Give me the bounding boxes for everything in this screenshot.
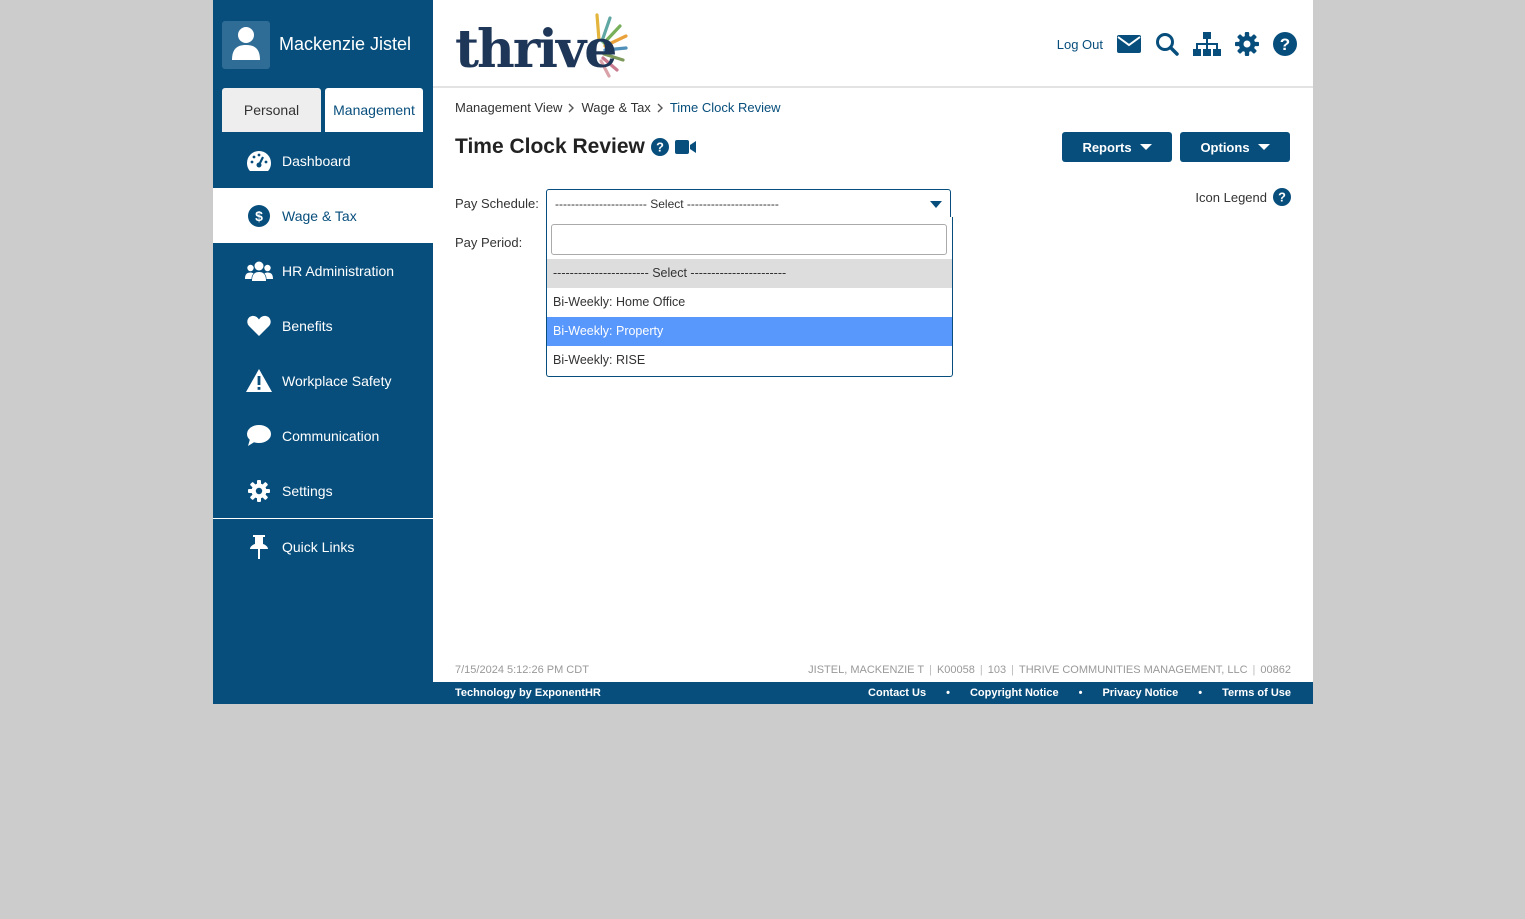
icon-legend-label: Icon Legend bbox=[1195, 189, 1267, 205]
reports-button[interactable]: Reports bbox=[1062, 132, 1172, 162]
dropdown-option-select[interactable]: ----------------------- Select ---------… bbox=[547, 259, 952, 288]
app-window: Mackenzie Jistel Personal Management Das… bbox=[213, 0, 1313, 704]
header-toolbar: Log Out ? bbox=[1057, 32, 1297, 56]
page-title: Time Clock Review bbox=[455, 135, 645, 158]
legend-help-icon: ? bbox=[1273, 188, 1291, 206]
user-block: Mackenzie Jistel bbox=[222, 20, 411, 69]
sidebar-item-workplace-safety[interactable]: Workplace Safety bbox=[213, 353, 433, 408]
page-help-icon[interactable]: ? bbox=[650, 138, 669, 156]
warning-icon bbox=[245, 369, 273, 392]
dropdown-options: ----------------------- Select ---------… bbox=[547, 259, 952, 375]
footer-bullet: • bbox=[1078, 687, 1083, 699]
breadcrumb-management-view[interactable]: Management View bbox=[455, 100, 562, 115]
footer-link-contact[interactable]: Contact Us bbox=[868, 687, 926, 699]
status-user-id: K00058 bbox=[936, 664, 975, 676]
sidebar-item-label: Workplace Safety bbox=[282, 372, 392, 389]
logo-text: thrive bbox=[455, 19, 617, 80]
user-icon bbox=[231, 26, 261, 63]
pay-schedule-label: Pay Schedule: bbox=[455, 196, 539, 211]
icon-legend-link[interactable]: Icon Legend ? bbox=[1195, 188, 1291, 206]
dropdown-option-rise[interactable]: Bi-Weekly: RISE bbox=[547, 346, 952, 375]
footer-bullet: • bbox=[946, 687, 950, 699]
sidebar-item-quick-links[interactable]: Quick Links bbox=[213, 519, 433, 575]
svg-text:?: ? bbox=[656, 140, 664, 155]
footer-bullet: • bbox=[1198, 687, 1203, 699]
avatar[interactable] bbox=[222, 20, 270, 69]
pay-schedule-dropdown: ----------------------- Select ---------… bbox=[546, 217, 953, 377]
reports-button-label: Reports bbox=[1082, 139, 1132, 155]
mail-icon[interactable] bbox=[1117, 35, 1141, 53]
status-timestamp: 7/15/2024 5:12:26 PM CDT bbox=[455, 664, 589, 676]
footer-links: Contact Us • Copyright Notice • Privacy … bbox=[868, 687, 1291, 699]
dropdown-search-input[interactable] bbox=[551, 224, 947, 255]
sidebar-item-wage-tax[interactable]: $ Wage & Tax bbox=[213, 188, 433, 243]
sidebar-nav: Dashboard $ Wage & Tax HR Administration… bbox=[213, 133, 433, 575]
pin-icon bbox=[245, 535, 273, 559]
sidebar-item-label: Settings bbox=[282, 482, 333, 499]
thrive-logo[interactable]: thrive bbox=[455, 10, 635, 85]
footer-tech-credit: Technology by ExponentHR bbox=[455, 687, 601, 699]
chat-icon bbox=[245, 425, 273, 446]
options-button-label: Options bbox=[1200, 139, 1250, 155]
footer-link-terms[interactable]: Terms of Use bbox=[1222, 687, 1291, 699]
tab-management[interactable]: Management bbox=[325, 88, 423, 132]
breadcrumb: Management View Wage & Tax Time Clock Re… bbox=[455, 100, 781, 115]
video-icon[interactable] bbox=[674, 140, 696, 154]
footer-link-privacy[interactable]: Privacy Notice bbox=[1102, 687, 1178, 699]
dropdown-option-home-office[interactable]: Bi-Weekly: Home Office bbox=[547, 288, 952, 317]
caret-down-icon bbox=[1257, 144, 1270, 150]
chevron-right-icon bbox=[657, 103, 664, 113]
sidebar-item-label: Wage & Tax bbox=[282, 207, 357, 224]
sidebar-item-label: Communication bbox=[282, 427, 380, 444]
status-line: 7/15/2024 5:12:26 PM CDT JISTEL, MACKENZ… bbox=[455, 664, 1291, 676]
settings-gear-icon[interactable] bbox=[1235, 32, 1259, 56]
sidebar-item-dashboard[interactable]: Dashboard bbox=[213, 133, 433, 188]
users-icon bbox=[245, 261, 273, 281]
svg-text:$: $ bbox=[255, 208, 263, 224]
status-details: JISTEL, MACKENZIE T | K00058 | 103 | THRIVE CO… bbox=[808, 664, 1291, 676]
chevron-right-icon bbox=[568, 103, 575, 113]
sidebar-item-settings[interactable]: Settings bbox=[213, 463, 433, 518]
sidebar-item-label: Quick Links bbox=[282, 539, 355, 555]
options-button[interactable]: Options bbox=[1180, 132, 1290, 162]
status-code: 103 bbox=[987, 664, 1007, 676]
search-icon[interactable] bbox=[1155, 32, 1179, 56]
status-company: THRIVE COMMUNITIES MANAGEMENT, LLC bbox=[1018, 664, 1248, 676]
sidebar-item-benefits[interactable]: Benefits bbox=[213, 298, 433, 353]
dropdown-option-property[interactable]: Bi-Weekly: Property bbox=[547, 317, 952, 346]
dollar-icon: $ bbox=[245, 204, 273, 227]
view-tabs: Personal Management bbox=[222, 88, 423, 132]
user-name: Mackenzie Jistel bbox=[279, 34, 412, 54]
sidebar-item-label: HR Administration bbox=[282, 262, 395, 279]
top-header: thrive Log Out ? bbox=[433, 0, 1313, 88]
pay-schedule-selected-value: ----------------------- Select ---------… bbox=[555, 196, 779, 211]
page-title-row: Time Clock Review ? bbox=[455, 135, 696, 159]
logout-link[interactable]: Log Out bbox=[1057, 37, 1103, 52]
org-chart-icon[interactable] bbox=[1193, 32, 1221, 56]
breadcrumb-current: Time Clock Review bbox=[669, 100, 781, 115]
heart-icon bbox=[245, 315, 273, 336]
pay-period-label: Pay Period: bbox=[455, 235, 523, 250]
dropdown-arrow-icon bbox=[930, 201, 942, 208]
svg-text:?: ? bbox=[1278, 190, 1286, 205]
main-content: Management View Wage & Tax Time Clock Re… bbox=[433, 88, 1313, 682]
gear-icon bbox=[245, 479, 273, 502]
caret-down-icon bbox=[1139, 144, 1152, 150]
dashboard-icon bbox=[245, 150, 273, 172]
sidebar-item-hr-administration[interactable]: HR Administration bbox=[213, 243, 433, 298]
status-user-name: JISTEL, MACKENZIE T bbox=[808, 664, 925, 676]
footer: Technology by ExponentHR Contact Us • Co… bbox=[433, 682, 1313, 704]
breadcrumb-wage-tax[interactable]: Wage & Tax bbox=[581, 100, 650, 115]
pay-schedule-select[interactable]: ----------------------- Select ---------… bbox=[546, 189, 951, 218]
tab-personal[interactable]: Personal bbox=[222, 88, 321, 132]
sidebar-item-label: Dashboard bbox=[282, 152, 351, 169]
help-icon[interactable]: ? bbox=[1273, 32, 1297, 56]
sidebar-item-label: Benefits bbox=[282, 317, 333, 334]
sidebar-item-communication[interactable]: Communication bbox=[213, 408, 433, 463]
footer-link-copyright[interactable]: Copyright Notice bbox=[970, 687, 1059, 699]
svg-text:?: ? bbox=[1280, 35, 1290, 54]
status-company-code: 00862 bbox=[1260, 664, 1291, 676]
sidebar: Mackenzie Jistel Personal Management Das… bbox=[213, 0, 433, 704]
